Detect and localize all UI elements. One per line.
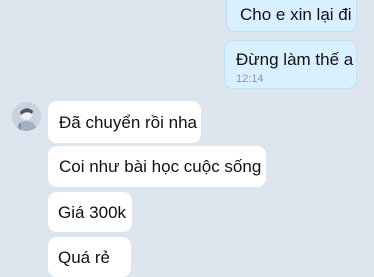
- message-text: Coi như bài học cuộc sống: [59, 157, 262, 176]
- received-message[interactable]: Giá 300k: [48, 192, 132, 232]
- contact-avatar[interactable]: [12, 102, 41, 131]
- avatar-icon: [12, 102, 41, 131]
- chat-message-list[interactable]: Cho e xin lại đi Đừng làm thế a 12:14 Đã…: [0, 0, 374, 277]
- received-message[interactable]: Quá rẻ: [48, 237, 131, 277]
- received-message[interactable]: Coi như bài học cuộc sống: [48, 146, 266, 187]
- message-text: Quá rẻ: [58, 248, 110, 267]
- sent-message[interactable]: Cho e xin lại đi: [226, 0, 357, 32]
- message-timestamp: 12:14: [236, 73, 264, 85]
- message-text: Cho e xin lại đi: [240, 5, 352, 24]
- message-text: Đã chuyển rồi nha: [59, 113, 197, 132]
- received-message[interactable]: Đã chuyển rồi nha: [48, 101, 201, 143]
- message-text: Giá 300k: [58, 203, 127, 222]
- sent-message[interactable]: Đừng làm thế a 12:14: [224, 40, 357, 89]
- message-text: Đừng làm thế a: [236, 50, 354, 69]
